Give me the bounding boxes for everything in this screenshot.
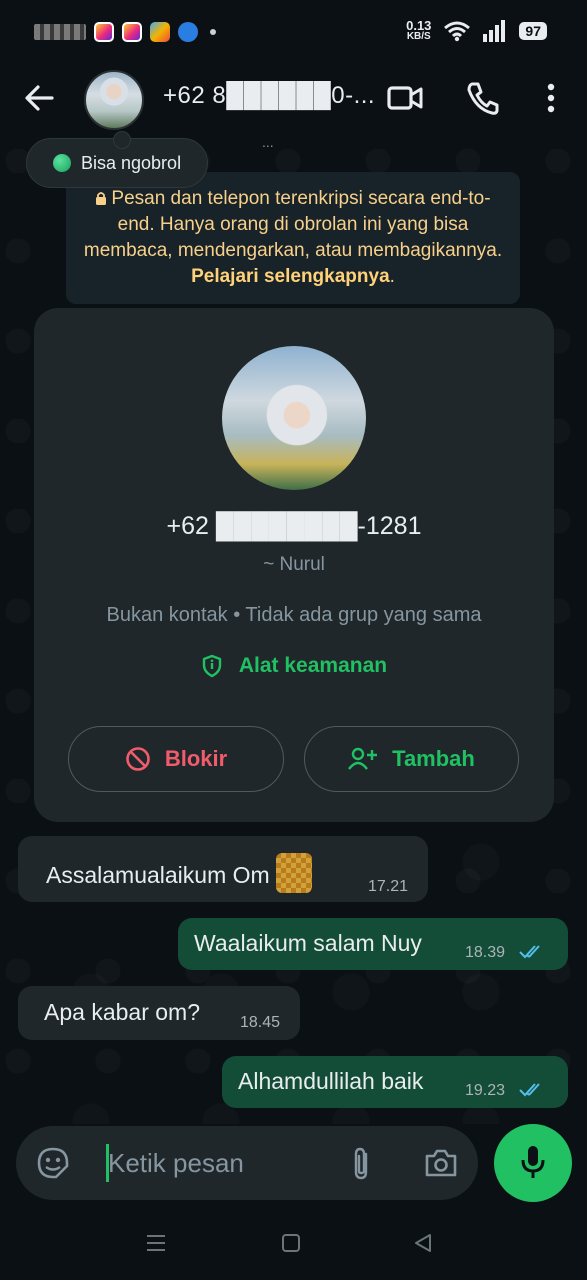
signal-icon: [483, 20, 506, 42]
network-speed: 0.13 KB/S: [406, 19, 431, 42]
lock-icon: [96, 192, 107, 205]
contact-avatar[interactable]: [84, 70, 144, 130]
redacted-carrier: [34, 24, 86, 40]
message-outgoing[interactable]: Waalaikum salam Nuy 18.39: [178, 918, 568, 970]
date-chip: ...: [262, 134, 274, 150]
chat-header: +62 8██████0-...: [0, 62, 587, 134]
sticker-icon[interactable]: [36, 1146, 70, 1180]
message-time: 19.23: [465, 1082, 506, 1099]
shield-icon: [202, 654, 222, 678]
chat-area[interactable]: ... Pesan dan telepon terenkripsi secara…: [0, 131, 587, 1124]
system-nav-bar: [0, 1210, 587, 1280]
add-contact-button[interactable]: Tambah: [304, 726, 519, 792]
read-receipt-icon: [519, 945, 540, 959]
recents-icon[interactable]: [145, 1232, 167, 1254]
contact-push-name: ~ Nurul: [263, 554, 325, 575]
wifi-icon: [444, 21, 471, 42]
read-receipt-icon: [519, 1083, 540, 1097]
online-status-text: Bisa ngobrol: [81, 152, 182, 173]
block-icon: [126, 747, 150, 771]
more-options-icon[interactable]: [544, 80, 558, 116]
contact-meta: Bukan kontak • Tidak ada grup yang sama: [106, 604, 482, 626]
instagram-icon-2: [122, 22, 142, 42]
message-time: 18.45: [240, 1014, 281, 1031]
battery-level: 97: [519, 22, 547, 40]
blurred-emoji-icon: [275, 853, 312, 893]
message-time: 18.39: [465, 944, 506, 961]
pill-stem: [113, 131, 131, 149]
attach-icon[interactable]: [350, 1146, 374, 1182]
message-text: Alhamdullilah baik: [238, 1068, 424, 1094]
online-dot-icon: [53, 154, 71, 172]
learn-more-link[interactable]: Pelajari selengkapnya: [191, 266, 390, 287]
safety-tools-link[interactable]: Alat keamanan: [34, 654, 554, 678]
contact-phone: +62 ████████-1281: [166, 512, 422, 540]
message-incoming[interactable]: Assalamualaikum Om 17.21: [18, 836, 428, 902]
message-text: Waalaikum salam Nuy: [194, 930, 422, 956]
network-speed-unit: KB/S: [406, 31, 431, 42]
app-blue-icon: [178, 22, 198, 42]
composer: Ketik pesan: [0, 1124, 587, 1210]
block-label: Blokir: [164, 746, 228, 771]
status-bar-right: 0.13 KB/S 97: [406, 19, 547, 42]
voice-message-button[interactable]: [494, 1124, 572, 1202]
more-notifications-dot-icon: [210, 29, 216, 35]
microphone-icon: [521, 1146, 545, 1178]
back-arrow-icon[interactable]: [22, 82, 58, 114]
home-icon[interactable]: [280, 1232, 302, 1254]
app-star-icon: [150, 22, 170, 42]
camera-icon[interactable]: [424, 1148, 458, 1178]
safety-tools-label: Alat keamanan: [238, 654, 388, 677]
video-call-icon[interactable]: [386, 80, 424, 116]
message-text: Assalamualaikum Om: [46, 853, 312, 893]
back-nav-icon[interactable]: [412, 1232, 434, 1254]
message-outgoing[interactable]: Alhamdullilah baik 19.23: [222, 1056, 568, 1108]
instagram-icon: [94, 22, 114, 42]
contact-title[interactable]: +62 8██████0-...: [163, 82, 375, 110]
message-text: Apa kabar om?: [44, 999, 200, 1025]
encryption-text: Pesan dan telepon terenkripsi secara end…: [83, 188, 503, 261]
message-incoming[interactable]: Apa kabar om? 18.45: [18, 986, 300, 1040]
add-contact-label: Tambah: [392, 746, 475, 771]
message-input-box[interactable]: Ketik pesan: [16, 1126, 478, 1200]
contact-info-card: +62 ████████-1281 ~ Nurul Bukan kontak •…: [34, 308, 554, 822]
voice-call-icon[interactable]: [466, 80, 500, 116]
online-status-pill: Bisa ngobrol: [26, 131, 209, 188]
add-person-icon: [348, 747, 378, 770]
status-bar: 0.13 KB/S 97: [0, 0, 587, 62]
message-input-placeholder[interactable]: Ketik pesan: [108, 1148, 244, 1179]
message-time: 17.21: [368, 878, 409, 895]
contact-profile-photo[interactable]: [222, 346, 366, 490]
status-bar-left: [34, 22, 216, 42]
block-button[interactable]: Blokir: [68, 726, 284, 792]
encryption-notice[interactable]: Pesan dan telepon terenkripsi secara end…: [66, 172, 520, 304]
